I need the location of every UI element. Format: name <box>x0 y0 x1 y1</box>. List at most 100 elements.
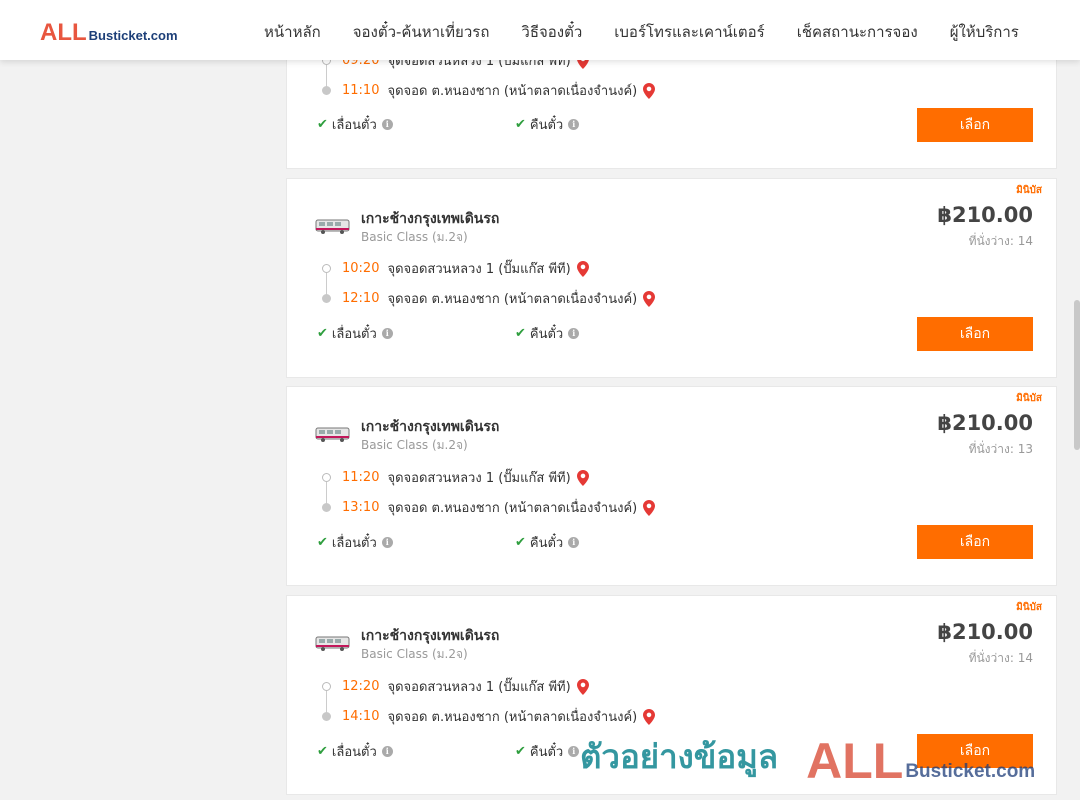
feature-change-ticket: ✔ เลื่อนตั๋ว i <box>317 323 393 344</box>
check-icon: ✔ <box>515 117 526 132</box>
operator-name: เกาะช้างกรุงเทพเดินรถ <box>361 628 500 644</box>
feature-refund-ticket: ✔ คืนตั๋ว i <box>515 114 580 135</box>
arrival-stop: 13:10 จุดจอด ต.หนองชาก (หน้าตลาดเนื่องจำ… <box>342 497 656 518</box>
info-icon[interactable]: i <box>568 328 580 339</box>
departure-place: จุดจอดสวนหลวง 1 (ปั๊มแก๊ส พีที) <box>387 262 571 277</box>
arrival-time: 11:10 <box>342 83 380 98</box>
map-pin-icon[interactable] <box>576 260 589 277</box>
info-icon[interactable]: i <box>381 537 393 548</box>
feature-label: คืนตั๋ว <box>529 118 564 133</box>
departure-stop: 10:20 จุดจอดสวนหลวง 1 (ปั๊มแก๊ส พีที) <box>342 258 589 279</box>
ticket-price: ฿210.00 <box>937 203 1033 227</box>
page-scrollbar[interactable] <box>1074 300 1080 450</box>
bus-logo-icon <box>315 219 350 234</box>
logo-all-text: ALL <box>40 19 87 46</box>
departure-place: จุดจอดสวนหลวง 1 (ปั๊มแก๊ส พีที) <box>387 471 571 486</box>
feature-label: เลื่อนตั๋ว <box>331 745 377 760</box>
arrival-dot <box>322 86 331 95</box>
check-icon: ✔ <box>317 744 328 759</box>
select-trip-button[interactable]: เลือก <box>917 317 1033 351</box>
departure-dot <box>322 473 331 482</box>
check-icon: ✔ <box>515 744 526 759</box>
departure-place: จุดจอดสวนหลวง 1 (ปั๊มแก๊ส พีที) <box>387 680 571 695</box>
nav-how-to-book[interactable]: วิธีจองตั๋ว <box>521 20 582 44</box>
bus-logo-icon <box>315 427 350 442</box>
service-class: Basic Class (ม.2จ) <box>361 647 468 661</box>
site-logo[interactable]: ALL Busticket.com <box>40 19 178 47</box>
info-icon[interactable]: i <box>381 746 393 757</box>
ticket-price: ฿210.00 <box>937 620 1033 644</box>
service-class: Basic Class (ม.2จ) <box>361 230 468 244</box>
trip-card: มินิบัส เกาะช้างกรุงเทพเดินรถ Basic Clas… <box>286 595 1057 795</box>
info-icon[interactable]: i <box>381 119 393 130</box>
feature-change-ticket: ✔ เลื่อนตั๋ว i <box>317 741 393 762</box>
seats-available: ที่นั่งว่าง: 13 <box>968 442 1033 456</box>
arrival-time: 12:10 <box>342 291 380 306</box>
check-icon: ✔ <box>515 326 526 341</box>
map-pin-icon[interactable] <box>576 678 589 695</box>
arrival-stop: 12:10 จุดจอด ต.หนองชาก (หน้าตลาดเนื่องจำ… <box>342 288 656 309</box>
nav-contact-counters[interactable]: เบอร์โทรและเคาน์เตอร์ <box>614 20 764 44</box>
info-icon[interactable]: i <box>381 328 393 339</box>
service-class: Basic Class (ม.2จ) <box>361 438 468 452</box>
seats-available: ที่นั่งว่าง: 14 <box>968 234 1033 248</box>
vehicle-type-badge: มินิบัส <box>1016 602 1042 613</box>
info-icon[interactable]: i <box>568 537 580 548</box>
arrival-place: จุดจอด ต.หนองชาก (หน้าตลาดเนื่องจำนงค์) <box>387 84 638 99</box>
feature-label: คืนตั๋ว <box>529 745 564 760</box>
map-pin-icon[interactable] <box>576 469 589 486</box>
nav-booking-status[interactable]: เช็คสถานะการจอง <box>797 20 918 44</box>
operator-name: เกาะช้างกรุงเทพเดินรถ <box>361 211 500 227</box>
select-trip-button[interactable]: เลือก <box>917 734 1033 768</box>
map-pin-icon[interactable] <box>643 499 656 516</box>
arrival-time: 14:10 <box>342 709 380 724</box>
vehicle-type-badge: มินิบัส <box>1016 393 1042 404</box>
departure-time: 11:20 <box>342 470 380 485</box>
trip-card: มินิบัส เกาะช้างกรุงเทพเดินรถ Basic Clas… <box>286 178 1057 378</box>
feature-label: เลื่อนตั๋ว <box>331 327 377 342</box>
arrival-place: จุดจอด ต.หนองชาก (หน้าตลาดเนื่องจำนงค์) <box>387 501 638 516</box>
departure-stop: 11:20 จุดจอดสวนหลวง 1 (ปั๊มแก๊ส พีที) <box>342 467 589 488</box>
logo-brand-text: Busticket.com <box>88 28 178 43</box>
feature-label: คืนตั๋ว <box>529 327 564 342</box>
map-pin-icon[interactable] <box>643 82 656 99</box>
departure-dot <box>322 682 331 691</box>
trip-card: มินิบัส เกาะช้างกรุงเทพเดินรถ Basic Clas… <box>286 386 1057 586</box>
operator-name: เกาะช้างกรุงเทพเดินรถ <box>361 419 500 435</box>
arrival-stop: 11:10 จุดจอด ต.หนองชาก (หน้าตลาดเนื่องจำ… <box>342 80 656 101</box>
vehicle-type-badge: มินิบัส <box>1016 185 1042 196</box>
arrival-stop: 14:10 จุดจอด ต.หนองชาก (หน้าตลาดเนื่องจำ… <box>342 706 656 727</box>
feature-label: เลื่อนตั๋ว <box>331 118 377 133</box>
arrival-dot <box>322 294 331 303</box>
check-icon: ✔ <box>317 326 328 341</box>
check-icon: ✔ <box>317 117 328 132</box>
arrival-place: จุดจอด ต.หนองชาก (หน้าตลาดเนื่องจำนงค์) <box>387 710 638 725</box>
departure-dot <box>322 264 331 273</box>
ticket-price: ฿210.00 <box>937 411 1033 435</box>
arrival-time: 13:10 <box>342 500 380 515</box>
departure-stop: 12:20 จุดจอดสวนหลวง 1 (ปั๊มแก๊ส พีที) <box>342 676 589 697</box>
main-nav: หน้าหลัก จองตั๋ว-ค้นหาเที่ยวรถ วิธีจองตั… <box>264 20 1019 44</box>
nav-home[interactable]: หน้าหลัก <box>264 20 321 44</box>
feature-change-ticket: ✔ เลื่อนตั๋ว i <box>317 532 393 553</box>
arrival-dot <box>322 712 331 721</box>
nav-providers[interactable]: ผู้ให้บริการ <box>950 20 1019 44</box>
arrival-dot <box>322 503 331 512</box>
departure-time: 10:20 <box>342 261 380 276</box>
arrival-place: จุดจอด ต.หนองชาก (หน้าตลาดเนื่องจำนงค์) <box>387 292 638 307</box>
select-trip-button[interactable]: เลือก <box>917 108 1033 142</box>
feature-refund-ticket: ✔ คืนตั๋ว i <box>515 741 580 762</box>
map-pin-icon[interactable] <box>643 708 656 725</box>
feature-refund-ticket: ✔ คืนตั๋ว i <box>515 532 580 553</box>
select-trip-button[interactable]: เลือก <box>917 525 1033 559</box>
info-icon[interactable]: i <box>568 119 580 130</box>
feature-change-ticket: ✔ เลื่อนตั๋ว i <box>317 114 393 135</box>
check-icon: ✔ <box>317 535 328 550</box>
bus-logo-icon <box>315 636 350 651</box>
check-icon: ✔ <box>515 535 526 550</box>
nav-book-search[interactable]: จองตั๋ว-ค้นหาเที่ยวรถ <box>353 20 490 44</box>
map-pin-icon[interactable] <box>643 290 656 307</box>
feature-label: เลื่อนตั๋ว <box>331 536 377 551</box>
feature-label: คืนตั๋ว <box>529 536 564 551</box>
info-icon[interactable]: i <box>568 746 580 757</box>
